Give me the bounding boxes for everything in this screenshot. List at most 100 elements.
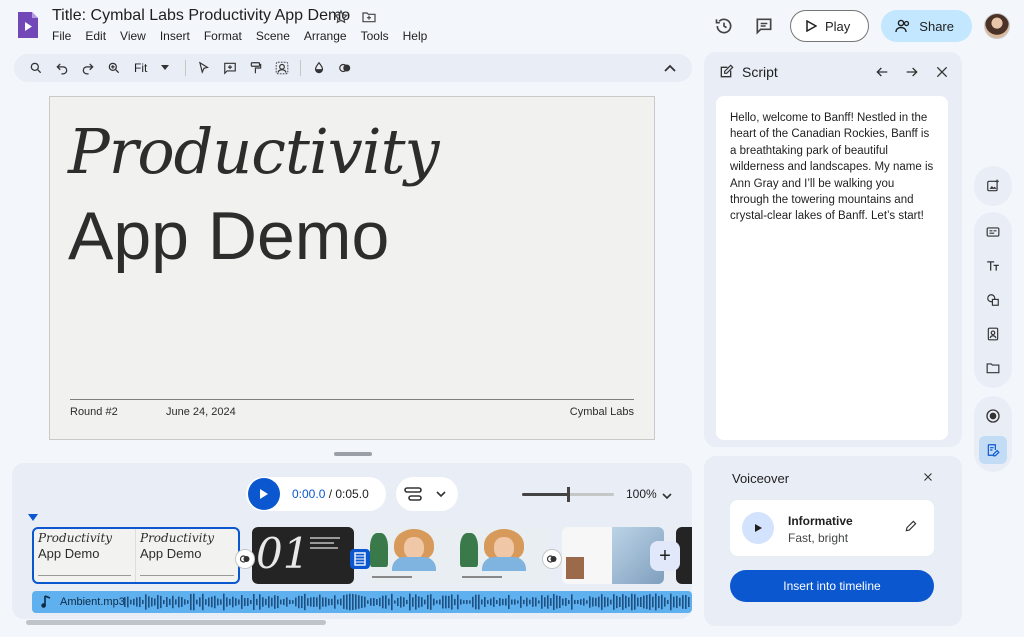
waveform-bar — [319, 594, 321, 610]
playhead-marker[interactable] — [28, 514, 38, 521]
waveform-bar — [175, 599, 177, 605]
menu-format[interactable]: Format — [204, 29, 242, 43]
background-remove-icon[interactable] — [272, 58, 292, 78]
edit-pencil-icon[interactable] — [904, 519, 918, 538]
menu-view[interactable]: View — [120, 29, 146, 43]
voice-preview-button[interactable] — [742, 512, 774, 544]
transition-icon[interactable] — [235, 549, 255, 569]
waveform-bar — [658, 596, 660, 608]
waveform-bar — [130, 599, 132, 605]
timeline-layout-icon[interactable] — [398, 479, 428, 509]
waveform-bar — [565, 597, 567, 607]
slide-footer-date[interactable]: June 24, 2024 — [166, 406, 236, 418]
waveform-bar — [241, 595, 243, 609]
star-icon[interactable] — [332, 8, 350, 26]
menu-help[interactable]: Help — [403, 29, 428, 43]
collapse-toolbar-icon[interactable] — [660, 58, 680, 78]
timeline-play-button[interactable] — [248, 478, 280, 510]
shapes-icon[interactable] — [979, 286, 1007, 314]
add-image-icon[interactable] — [979, 172, 1007, 200]
audio-track[interactable]: Ambient.mp3 — [32, 591, 692, 613]
add-comment-icon[interactable] — [220, 58, 240, 78]
media-library-icon[interactable] — [979, 320, 1007, 348]
slide-divider-line — [70, 399, 634, 400]
waveform-bar — [385, 595, 387, 609]
app-logo-icon[interactable] — [16, 10, 40, 40]
waveform-bar — [376, 598, 378, 606]
slide-title-line2[interactable]: App Demo — [68, 197, 389, 275]
search-icon[interactable] — [26, 58, 46, 78]
waveform-bar — [466, 599, 468, 605]
redo-icon[interactable] — [78, 58, 98, 78]
waveform-bar — [517, 600, 519, 604]
waveform-bar — [364, 596, 366, 608]
people-icon — [895, 19, 910, 33]
share-button[interactable]: Share — [881, 10, 972, 42]
paint-format-icon[interactable] — [246, 58, 266, 78]
comments-icon[interactable] — [750, 12, 778, 40]
text-icon[interactable] — [979, 252, 1007, 280]
fill-color-icon[interactable] — [309, 58, 329, 78]
play-button[interactable]: Play — [790, 10, 870, 42]
waveform-bar — [505, 598, 507, 606]
close-icon[interactable] — [934, 64, 950, 85]
menu-file[interactable]: File — [52, 29, 71, 43]
slide-canvas[interactable]: Productivity App Demo Round #2 June 24, … — [49, 96, 655, 440]
add-scene-button[interactable]: + — [650, 541, 680, 571]
menu-edit[interactable]: Edit — [85, 29, 106, 43]
menu-tools[interactable]: Tools — [361, 29, 389, 43]
zoom-slider-knob[interactable] — [567, 487, 570, 502]
film-transition-icon[interactable] — [350, 549, 370, 569]
side-rail-group-2 — [974, 212, 1012, 388]
waveform-bar — [625, 595, 627, 609]
waveform-bar — [328, 598, 330, 606]
menu-insert[interactable]: Insert — [160, 29, 190, 43]
slide-title-line1[interactable]: Productivity — [68, 115, 440, 188]
slide-footer-company[interactable]: Cymbal Labs — [570, 406, 634, 418]
arrow-forward-icon[interactable] — [904, 64, 920, 85]
voiceover-title: Voiceover — [732, 471, 790, 486]
menu-arrange[interactable]: Arrange — [304, 29, 347, 43]
panel-resize-handle[interactable] — [334, 452, 372, 456]
waveform-bar — [664, 597, 666, 607]
record-icon[interactable] — [979, 402, 1007, 430]
chevron-down-icon[interactable] — [662, 487, 672, 505]
folder-icon[interactable] — [979, 354, 1007, 382]
zoom-in-icon[interactable] — [104, 58, 124, 78]
transition-icon[interactable] — [542, 549, 562, 569]
timeline-zoom-slider[interactable] — [522, 487, 614, 502]
waveform-bar — [511, 599, 513, 605]
scene-clip-overview[interactable] — [562, 527, 664, 584]
scene-clip-intro[interactable]: 01 — [252, 527, 354, 584]
undo-icon[interactable] — [52, 58, 72, 78]
arrow-back-icon[interactable] — [874, 64, 890, 85]
zoom-select[interactable]: Fit — [130, 61, 173, 75]
subtitles-icon[interactable] — [979, 218, 1007, 246]
document-title[interactable]: Title: Cymbal Labs Productivity App Demo — [52, 7, 350, 25]
account-avatar[interactable] — [984, 13, 1010, 39]
waveform-bar — [427, 594, 429, 610]
share-button-label: Share — [919, 18, 954, 34]
waveform-bar — [127, 596, 129, 608]
waveform-bar — [253, 594, 255, 610]
waveform-bar — [178, 596, 180, 608]
voice-option-card[interactable]: Informative Fast, bright — [730, 500, 934, 556]
scene-clip-speaker[interactable] — [368, 527, 548, 584]
menu-scene[interactable]: Scene — [256, 29, 290, 43]
move-to-folder-icon[interactable] — [360, 8, 378, 26]
transition-icon[interactable] — [335, 58, 355, 78]
chevron-down-icon[interactable] — [428, 491, 454, 497]
scene-clip-title[interactable]: Productivity App Demo Productivity App D… — [32, 527, 240, 584]
script-icon[interactable] — [979, 436, 1007, 464]
close-icon[interactable] — [922, 470, 934, 488]
timeline-view-toggle[interactable] — [396, 477, 458, 511]
timeline-scrollbar[interactable] — [26, 620, 326, 625]
select-cursor-icon[interactable] — [194, 58, 214, 78]
slide-footer-round[interactable]: Round #2 — [70, 406, 118, 418]
version-history-icon[interactable] — [710, 12, 738, 40]
insert-into-timeline-button[interactable]: Insert into timeline — [730, 570, 934, 602]
script-text-area[interactable]: Hello, welcome to Banff! Nestled in the … — [716, 96, 948, 440]
waveform-bar — [310, 597, 312, 607]
waveform-bar — [649, 594, 651, 610]
waveform-bar — [289, 599, 291, 605]
